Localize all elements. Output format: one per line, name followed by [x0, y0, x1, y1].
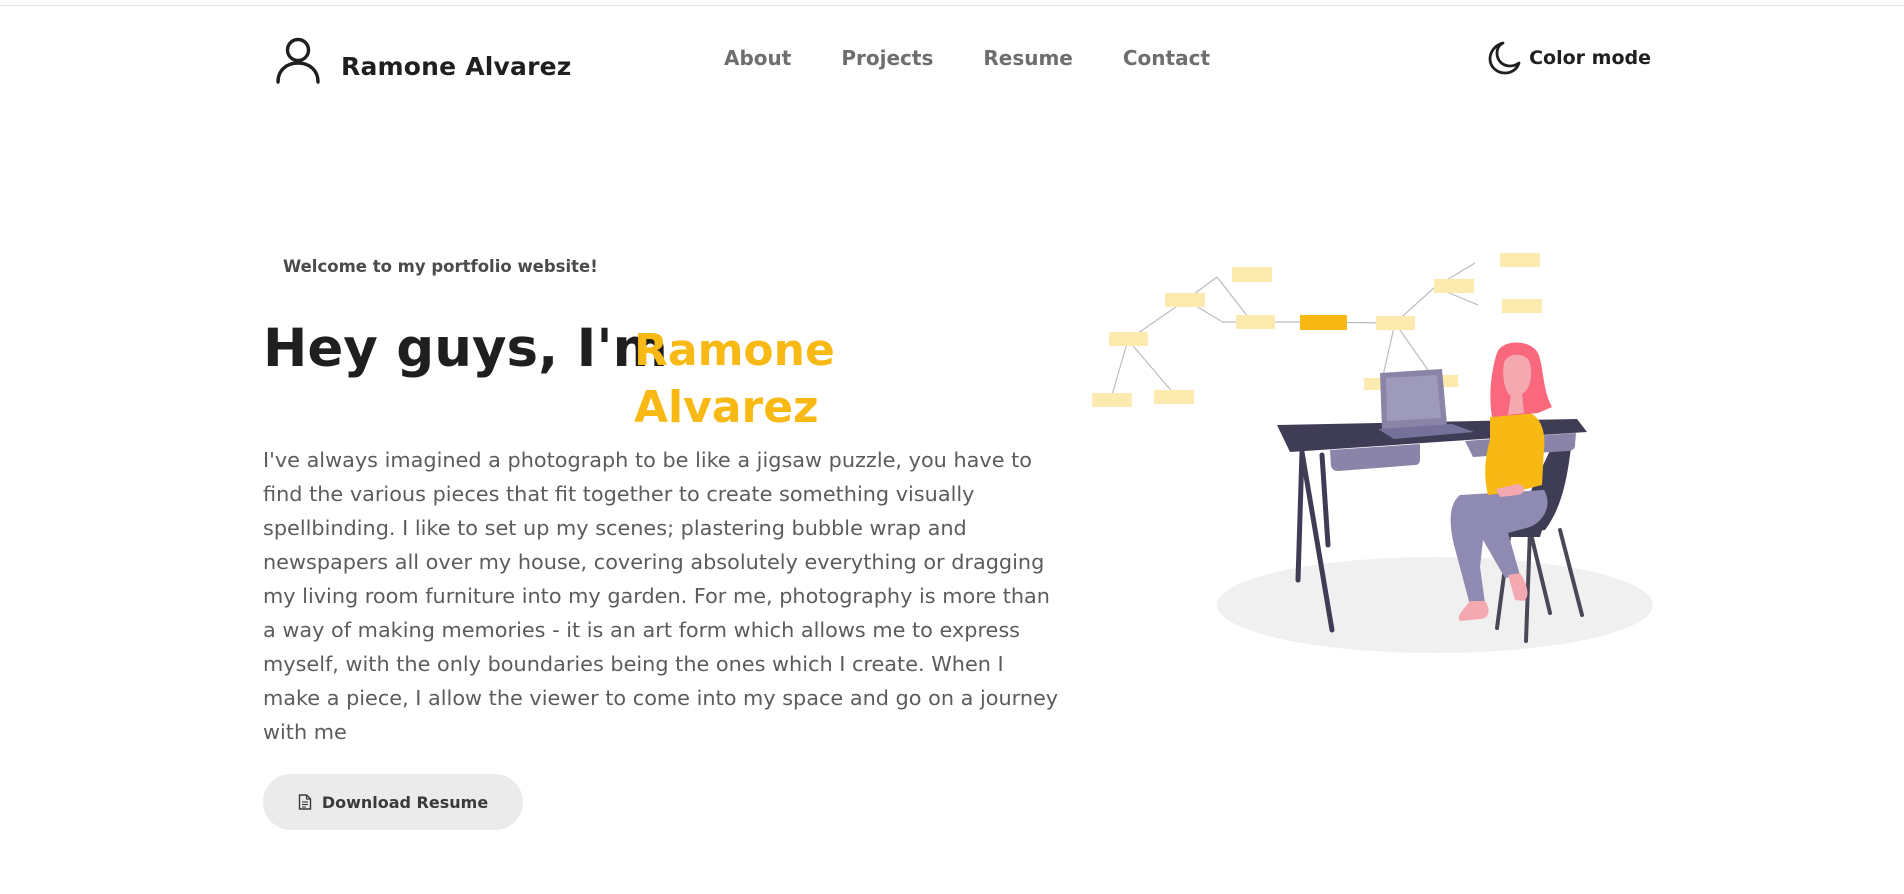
floor-shadow — [1217, 557, 1653, 653]
nav-about[interactable]: About — [724, 46, 791, 70]
nav-contact[interactable]: Contact — [1123, 46, 1210, 70]
brand[interactable]: Ramone Alvarez — [275, 36, 572, 84]
nav-resume[interactable]: Resume — [983, 46, 1073, 70]
mind-map-highlight — [1300, 315, 1347, 330]
nav-projects[interactable]: Projects — [841, 46, 933, 70]
user-icon — [276, 37, 320, 84]
hero-greeting: Hey guys, I'm — [263, 318, 668, 379]
welcome-text: Welcome to my portfolio website! — [283, 257, 598, 276]
download-resume-label: Download Resume — [321, 792, 489, 812]
hero-name: Ramone Alvarez — [634, 325, 835, 433]
main-nav: About Projects Resume Contact — [724, 46, 1260, 70]
download-resume-button[interactable]: Download Resume — [263, 774, 523, 830]
laptop-screen-inner — [1386, 375, 1441, 421]
woman-face — [1503, 354, 1532, 395]
top-divider — [0, 5, 1904, 6]
document-icon — [298, 794, 312, 810]
color-mode-toggle[interactable]: Color mode — [1487, 40, 1651, 76]
moon-icon — [1488, 41, 1521, 75]
hero-bio: I've always imagined a photograph to be … — [263, 448, 1059, 744]
brand-name: Ramone Alvarez — [341, 51, 572, 81]
hero-illustration — [1092, 253, 1653, 653]
color-mode-label: Color mode — [1529, 47, 1651, 69]
